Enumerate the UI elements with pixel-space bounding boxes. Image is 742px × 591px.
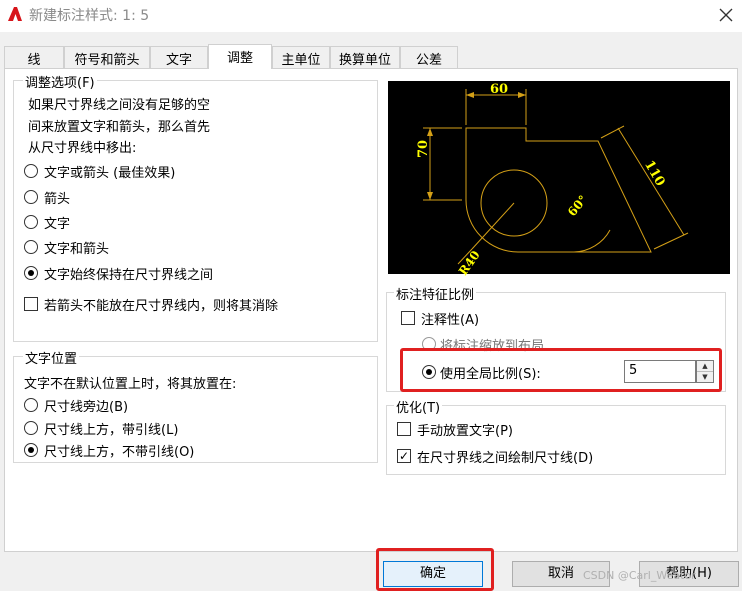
radio-label: 文字和箭头 [44, 242, 110, 257]
group-title: 文字位置 [23, 348, 80, 367]
tab-label: 文字 [165, 53, 192, 68]
autocad-logo-icon [8, 7, 22, 21]
tab-lines[interactable]: 线 [4, 46, 64, 68]
radio-beside-dim-line[interactable] [24, 398, 38, 412]
radio-label: 文字或箭头 (最佳效果) [44, 166, 176, 181]
radio-label: 尺寸线上方，带引线(L) [44, 423, 179, 438]
spin-down-icon[interactable]: ▼ [697, 372, 713, 383]
tab-label: 主单位 [281, 53, 321, 68]
radio-label: 文字 [44, 217, 71, 232]
checkbox-suppress-arrows[interactable] [24, 297, 38, 311]
tab-symbols-arrows[interactable]: 符号和箭头 [64, 46, 150, 68]
radio-use-overall-scale[interactable] [422, 365, 436, 379]
fit-description-line: 从尺寸界线中移出: [28, 141, 137, 156]
radio-text-or-arrows[interactable] [24, 164, 38, 178]
tab-label: 线 [27, 53, 41, 68]
checkbox-label: 在尺寸界线之间绘制尺寸线(D) [417, 451, 594, 466]
close-icon[interactable] [714, 3, 738, 27]
tab-text[interactable]: 文字 [150, 46, 208, 68]
checkbox-draw-dim-line[interactable]: ✓ [397, 449, 411, 463]
overall-scale-input[interactable]: 5 [624, 360, 696, 383]
fit-description-line: 如果尺寸界线之间没有足够的空 [28, 98, 211, 113]
radio-label: 尺寸线旁边(B) [44, 400, 129, 415]
group-title: 调整选项(F) [23, 72, 97, 91]
radio-over-without-leader[interactable] [24, 443, 38, 457]
tab-label: 公差 [415, 53, 442, 68]
tab-fit[interactable]: 调整 [208, 44, 272, 69]
tab-primary-units[interactable]: 主单位 [272, 46, 330, 68]
tab-alternate-units[interactable]: 换算单位 [330, 46, 400, 68]
checkbox-label: 若箭头不能放在尺寸界线内，则将其消除 [44, 299, 279, 314]
overall-scale-value: 5 [629, 363, 638, 378]
preview-profile [465, 127, 652, 253]
radio-text[interactable] [24, 215, 38, 229]
overall-scale-spinner[interactable]: ▲ ▼ [696, 360, 714, 383]
button-label: 取消 [547, 566, 574, 581]
tab-tolerances[interactable]: 公差 [400, 46, 458, 68]
preview-canvas [388, 81, 730, 274]
tab-label: 调整 [226, 51, 253, 66]
tab-label: 换算单位 [338, 53, 391, 68]
watermark: CSDN @Carl_Weator [583, 569, 696, 582]
radio-label: 尺寸线上方，不带引线(O) [44, 445, 195, 460]
radio-label: 箭头 [44, 192, 71, 207]
preview-dim-left: 70 [416, 139, 431, 158]
spin-up-icon[interactable]: ▲ [697, 361, 713, 372]
highlight-box-ok [376, 548, 494, 591]
window-title: 新建标注样式: 1: 5 [29, 8, 150, 24]
radio-over-with-leader[interactable] [24, 421, 38, 435]
group-title: 优化(T) [394, 397, 443, 416]
fit-description-line: 间来放置文字和箭头，那么首先 [28, 120, 211, 135]
checkbox-place-text-manually[interactable] [397, 422, 411, 436]
radio-text-and-arrows[interactable] [24, 240, 38, 254]
radio-label: 使用全局比例(S): [440, 367, 541, 382]
radio-label: 文字始终保持在尺寸界线之间 [44, 268, 214, 283]
text-placement-description: 文字不在默认位置上时，将其放置在: [24, 377, 237, 392]
checkbox-label: 注释性(A) [421, 313, 480, 328]
preview-dim-top: 60 [490, 82, 509, 97]
radio-always-keep-text[interactable] [24, 266, 38, 280]
checkbox-annotative[interactable] [401, 311, 415, 325]
checkbox-label: 手动放置文字(P) [417, 424, 513, 439]
checkmark-icon: ✓ [398, 449, 410, 463]
tab-label: 符号和箭头 [74, 53, 140, 68]
radio-arrows[interactable] [24, 190, 38, 204]
title-bar: 新建标注样式: 1: 5 [0, 0, 742, 32]
group-title: 标注特征比例 [394, 284, 477, 303]
